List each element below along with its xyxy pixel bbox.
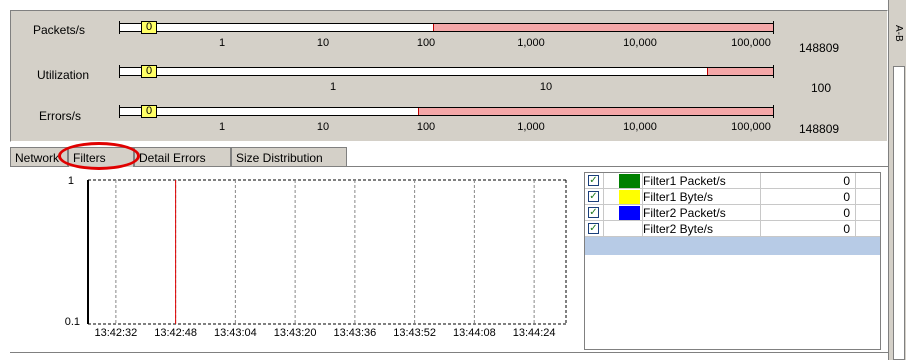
- selected-row[interactable]: [585, 237, 880, 255]
- filter-checkbox[interactable]: ✓: [588, 175, 599, 186]
- gauges-panel: Packets/s 0 1 10 100 1,000 10,000 100,00…: [10, 10, 888, 142]
- chart-panel: 13:42:32 13:42:48 13:43:04 13:43:20 13:43:36…: [10, 167, 582, 352]
- gauge-ticks-packets: 1 10 100 1,000 10,000 100,000: [119, 37, 773, 53]
- filter-checkbox[interactable]: ✓: [588, 223, 599, 234]
- time-chart: 13:42:32 13:42:48 13:43:04 13:43:20 13:43:36…: [65, 175, 567, 339]
- gauge-fill-errors: [418, 108, 773, 115]
- filter-checkbox[interactable]: ✓: [588, 207, 599, 218]
- x-tick-label: 13:42:32: [94, 327, 137, 339]
- filter-name: Filter1 Byte/s: [643, 190, 714, 204]
- gauge-bar-packets: [119, 23, 773, 32]
- gauge-right-cap: [773, 65, 774, 78]
- column-separator: [760, 205, 761, 221]
- y-top-label: 1: [68, 175, 74, 187]
- tick-label: 1: [218, 121, 226, 133]
- gauge-max-errors: 148809: [799, 122, 840, 136]
- gauge-bar-utilization: [119, 67, 773, 76]
- gauge-label-errors: Errors/s: [39, 109, 81, 123]
- tab-detail-errors[interactable]: Detail Errors: [134, 147, 231, 167]
- side-tab[interactable]: A-B: [891, 12, 905, 54]
- column-separator: [760, 221, 761, 237]
- tick-label: 1: [329, 81, 337, 93]
- filter-checkbox[interactable]: ✓: [588, 191, 599, 202]
- gauge-max-packets: 148809: [799, 41, 840, 55]
- gauge-fill-packets: [433, 24, 773, 31]
- x-tick-label: 13:43:04: [214, 327, 257, 339]
- tick-label: 10: [316, 37, 330, 49]
- column-separator: [603, 221, 604, 237]
- column-separator: [855, 189, 856, 205]
- filter-row[interactable]: ✓ Filter2 Packet/s 0: [585, 205, 880, 221]
- tick-label: 100,000: [731, 37, 771, 49]
- tick-label: 100: [416, 37, 436, 49]
- tick-label: 100: [416, 121, 436, 133]
- tick-label: 100,000: [731, 121, 771, 133]
- x-tick-label: 13:43:20: [274, 327, 317, 339]
- filter-value: 0: [843, 174, 850, 188]
- gauge-label-packets: Packets/s: [33, 23, 86, 37]
- column-separator: [760, 173, 761, 189]
- tick-label: 1: [218, 37, 226, 49]
- tick-label: 1,000: [517, 37, 545, 49]
- side-scroll-area: [893, 66, 905, 360]
- filter-row[interactable]: ✓ Filter1 Packet/s 0: [585, 173, 880, 189]
- filter-value: 0: [843, 222, 850, 236]
- filter-row[interactable]: ✓ Filter2 Byte/s 0: [585, 221, 880, 237]
- gauge-ticks-utilization: 1 10: [119, 81, 773, 97]
- gauge-right-cap: [773, 21, 774, 34]
- gauge-label-utilization: Utilization: [37, 68, 90, 82]
- app-window: Packets/s 0 1 10 100 1,000 10,000 100,00…: [0, 0, 906, 360]
- filter-name: Filter1 Packet/s: [643, 174, 726, 188]
- column-separator: [603, 205, 604, 221]
- side-panel: A-B: [888, 0, 906, 360]
- filter-name: Filter2 Byte/s: [643, 222, 714, 236]
- bottom-border: [10, 352, 888, 353]
- tick-label: 10: [316, 121, 330, 133]
- filter-color-swatch[interactable]: [619, 206, 640, 220]
- filter-name: Filter2 Packet/s: [643, 206, 726, 220]
- gauge-bar-errors: [119, 107, 773, 116]
- tick-label: 10,000: [623, 37, 657, 49]
- column-separator: [760, 189, 761, 205]
- x-tick-label: 13:43:52: [393, 327, 436, 339]
- x-tick-label: 13:43:36: [333, 327, 376, 339]
- column-separator: [855, 173, 856, 189]
- x-tick-label: 13:44:08: [453, 327, 496, 339]
- filter-color-swatch[interactable]: [619, 222, 640, 236]
- tab-filters[interactable]: Filters: [68, 147, 134, 167]
- gauge-value-utilization: 0: [141, 65, 157, 78]
- column-separator: [603, 189, 604, 205]
- tick-label: 10: [539, 81, 553, 93]
- filter-color-swatch[interactable]: [619, 190, 640, 204]
- y-bottom-label: 0.1: [65, 316, 80, 328]
- gauge-value-packets: 0: [141, 21, 157, 34]
- gauge-fill-utilization: [707, 68, 773, 75]
- tab-network[interactable]: Network: [10, 147, 68, 167]
- gauge-value-errors: 0: [141, 105, 157, 118]
- tick-label: 1,000: [517, 121, 545, 133]
- filter-color-swatch[interactable]: [619, 174, 640, 188]
- gauge-ticks-errors: 1 10 100 1,000 10,000 100,000: [119, 121, 773, 137]
- column-separator: [855, 221, 856, 237]
- gauge-right-cap: [773, 105, 774, 118]
- tab-size-distribution[interactable]: Size Distribution: [231, 147, 347, 167]
- filter-value: 0: [843, 206, 850, 220]
- filter-legend: ✓ Filter1 Packet/s 0 ✓ Filter1 Byte/s 0 ✓ Filte…: [584, 172, 881, 350]
- filter-value: 0: [843, 190, 850, 204]
- x-tick-label: 13:44:24: [513, 327, 556, 339]
- column-separator: [855, 205, 856, 221]
- x-tick-label: 13:42:48: [154, 327, 197, 339]
- filter-row[interactable]: ✓ Filter1 Byte/s 0: [585, 189, 880, 205]
- column-separator: [603, 173, 604, 189]
- tick-label: 10,000: [623, 121, 657, 133]
- gauge-max-utilization: 100: [811, 81, 832, 95]
